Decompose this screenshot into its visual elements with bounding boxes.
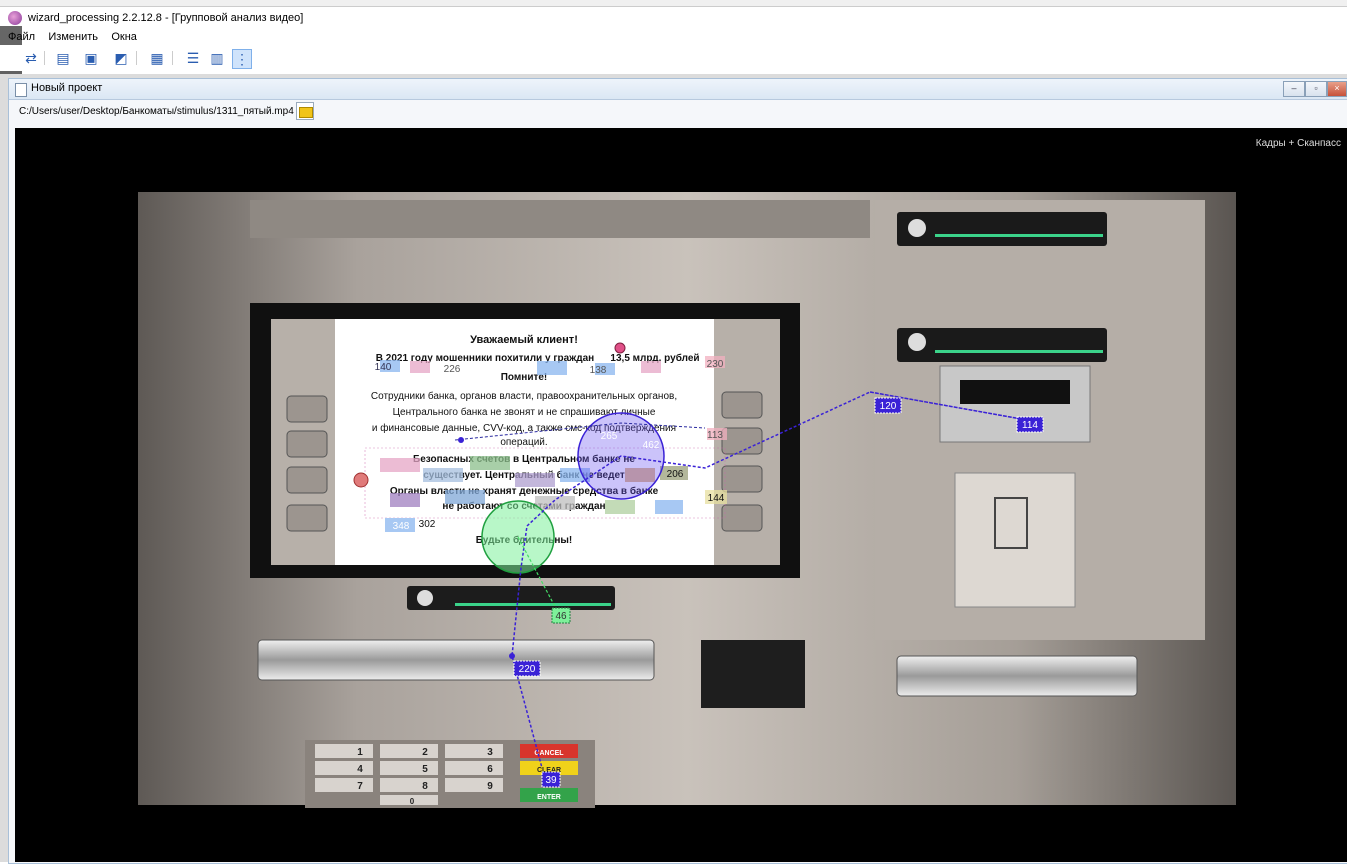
svg-text:0: 0 [410, 797, 415, 806]
table-list-icon[interactable]: ▥ [208, 49, 226, 67]
screen-button-right-3 [721, 465, 763, 493]
app-titlebar: wizard_processing 2.2.12.8 - [Групповой … [0, 0, 1347, 26]
deposit-slot [896, 655, 1138, 697]
list-icon[interactable]: ☰ [184, 49, 202, 67]
fixation-label-265: 265 [601, 431, 618, 442]
fixation-label-113: 113 [707, 430, 723, 441]
camera-window [701, 640, 805, 708]
fixation-label-220: 220 [519, 664, 536, 675]
fixation-label-302: 302 [419, 519, 436, 530]
svg-text:9: 9 [487, 781, 493, 792]
fixation-label-462: 462 [643, 440, 660, 451]
svg-text:4: 4 [357, 764, 363, 775]
fixation-label-348: 348 [393, 521, 410, 532]
screen-line6: операций. [500, 437, 547, 448]
screen-button-right-2 [721, 427, 763, 455]
close-button[interactable]: × [1327, 81, 1347, 97]
screen-button-left-1 [286, 395, 328, 423]
card-instruction-panel [954, 472, 1076, 608]
atm-scene: Уважаемый клиент! В 2021 году мошенники … [138, 192, 1236, 808]
svg-text:6: 6 [487, 764, 493, 775]
svg-text:3: 3 [487, 747, 493, 758]
fixation-label-46: 46 [555, 611, 567, 622]
swap-arrows-icon[interactable]: ⇄ [22, 49, 40, 67]
fixation-label-140: 140 [375, 362, 392, 373]
screen-line3: Сотрудники банка, органов власти, правоо… [371, 390, 677, 402]
document-icon [15, 83, 27, 97]
fixation-label-120: 120 [880, 401, 897, 412]
video-frame[interactable]: Кадры + Сканпасс Уважаемый клиент! В 202… [15, 128, 1347, 862]
video-path: C:/Users/user/Desktop/Банкоматы/stimulus… [19, 106, 294, 117]
fixation-label-138: 138 [590, 365, 607, 376]
restore-button[interactable]: ▫ [1305, 81, 1327, 97]
screen-button-left-4 [286, 504, 328, 532]
vertical-dots-icon[interactable]: ⋮ [232, 49, 252, 69]
document-icon[interactable]: ▣ [82, 49, 100, 67]
svg-text:2: 2 [422, 747, 428, 758]
fixation-label-206: 206 [667, 469, 684, 480]
document-report-icon[interactable]: ▤ [54, 49, 72, 67]
menu-windows[interactable]: Окна [111, 31, 137, 43]
project-title: Новый проект [31, 82, 103, 94]
app-title: wizard_processing 2.2.12.8 - [Групповой … [28, 12, 304, 24]
fixation-label-226: 226 [444, 364, 461, 375]
fixation-label-144: 144 [708, 493, 725, 504]
screen-button-left-3 [286, 466, 328, 494]
fixation-label-39: 39 [545, 775, 557, 786]
menu-file[interactable]: Файл [8, 31, 35, 43]
menu-edit[interactable]: Изменить [48, 31, 98, 43]
atm-top-panel [250, 200, 870, 238]
screen-button-left-2 [286, 430, 328, 458]
cash-dispenser-slot [257, 639, 655, 681]
svg-text:5: 5 [422, 764, 428, 775]
screen-button-right-1 [721, 391, 763, 419]
svg-text:7: 7 [357, 781, 363, 792]
diagram-icon[interactable]: ◩ [112, 49, 130, 67]
card-slot-mid [897, 328, 1107, 362]
svg-text:ENTER: ENTER [537, 794, 561, 801]
svg-text:1: 1 [357, 747, 363, 758]
screen-button-right-4 [721, 504, 763, 532]
receipt-slot [407, 586, 615, 610]
card-slot-icon [908, 219, 926, 237]
image-frame-icon[interactable]: ▦ [148, 49, 166, 67]
fixation-label-230: 230 [707, 359, 724, 370]
fixation-label-114: 114 [1022, 420, 1038, 431]
svg-text:8: 8 [422, 781, 428, 792]
open-folder-button[interactable] [296, 102, 314, 120]
screen-heading: Уважаемый клиент! [470, 334, 578, 346]
toolbar: ⇄ ▤ ▣ ◩ ▦ ☰ ▥ ⋮ [0, 45, 1347, 71]
project-window-titlebar: Новый проект – ▫ × [9, 79, 1347, 100]
menu-bar: Файл Изменить Окна [8, 29, 147, 45]
minimize-button[interactable]: – [1283, 81, 1305, 97]
card-slot-top [897, 212, 1107, 246]
app-logo-icon [8, 11, 22, 25]
